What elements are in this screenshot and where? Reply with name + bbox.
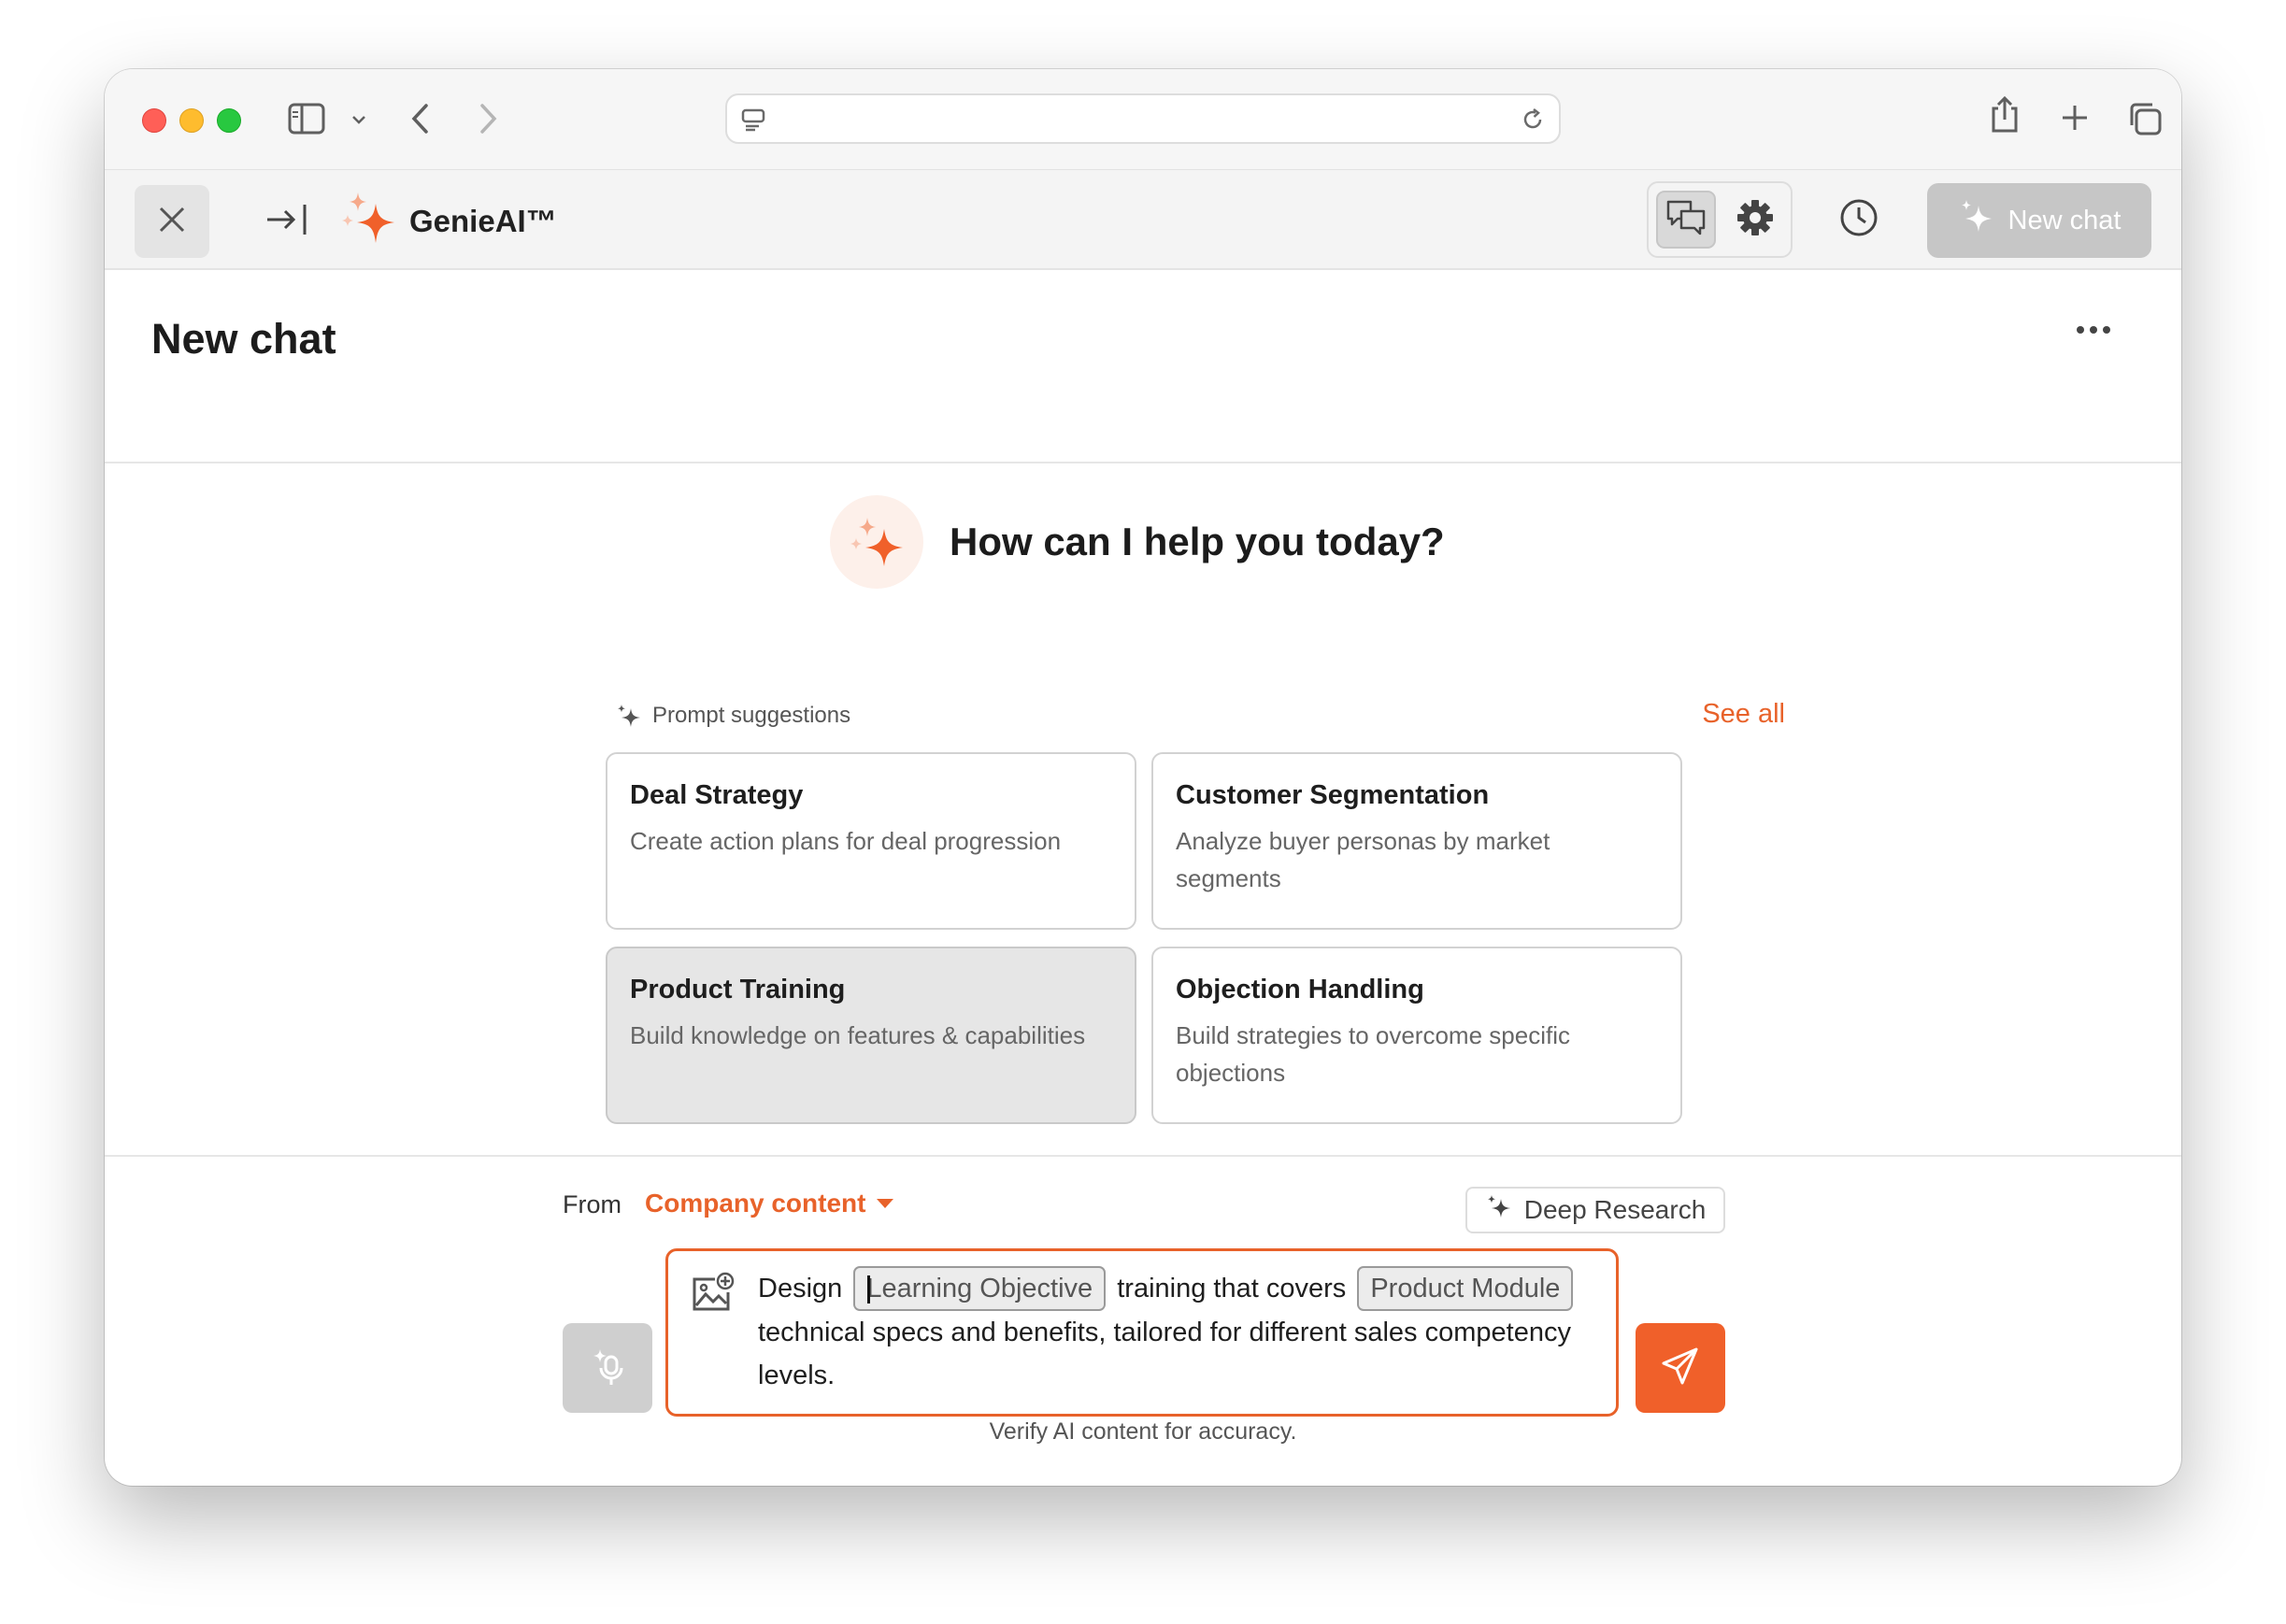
placeholder-chip-product-module[interactable]: Product Module <box>1357 1266 1574 1311</box>
card-title: Objection Handling <box>1176 975 1424 1004</box>
prompt-input[interactable]: Design Learning Objective training that … <box>665 1248 1619 1417</box>
brand: GenieAI™ <box>342 189 557 254</box>
sparkle-icon <box>615 703 643 734</box>
new-tab-icon[interactable] <box>2060 103 2090 136</box>
suggestion-card-product-training[interactable]: Product Training Build knowledge on feat… <box>606 947 1136 1124</box>
close-window-button[interactable] <box>142 108 166 133</box>
card-title: Product Training <box>630 975 846 1004</box>
reload-icon[interactable] <box>1520 107 1546 136</box>
chevron-down-icon[interactable] <box>351 112 366 130</box>
source-dropdown[interactable]: Company content <box>645 1189 894 1218</box>
welcome-hero: How can I help you today? <box>830 491 1445 592</box>
prompt-text-segment: Design <box>758 1274 843 1303</box>
prompt-text-segment: training that covers <box>1117 1274 1347 1303</box>
card-title: Deal Strategy <box>630 780 804 810</box>
tab-overview-icon[interactable] <box>2127 101 2163 140</box>
card-description: Create action plans for deal progression <box>630 827 1062 855</box>
minimize-window-button[interactable] <box>179 108 204 133</box>
composer-divider <box>105 1155 2181 1157</box>
voice-icon <box>587 1344 628 1392</box>
suggestion-card-customer-segmentation[interactable]: Customer Segmentation Analyze buyer pers… <box>1151 752 1682 930</box>
forward-icon[interactable] <box>477 103 499 138</box>
new-chat-label: New chat <box>2007 205 2122 235</box>
hero-heading: How can I help you today? <box>950 520 1445 563</box>
brand-name: GenieAI™ <box>409 204 557 238</box>
browser-toolbar <box>105 69 2181 169</box>
share-icon[interactable] <box>1989 95 2021 138</box>
more-dot-icon <box>2077 326 2084 334</box>
settings-button[interactable] <box>1725 191 1785 249</box>
page-icon <box>740 107 766 136</box>
more-dot-icon <box>2103 326 2110 334</box>
collapse-panel-button[interactable] <box>254 189 320 254</box>
page-title: New chat <box>151 315 336 363</box>
card-description: Build strategies to overcome specific ob… <box>1176 1021 1570 1087</box>
history-button[interactable] <box>1828 189 1890 250</box>
send-icon <box>1659 1345 1702 1391</box>
send-button[interactable] <box>1636 1323 1725 1413</box>
zoom-window-button[interactable] <box>217 108 241 133</box>
chat-bubbles-icon <box>1664 198 1707 241</box>
address-bar[interactable] <box>725 93 1561 144</box>
sparkle-icon <box>1485 1193 1513 1228</box>
sidebar-icon[interactable] <box>288 103 325 138</box>
card-title: Customer Segmentation <box>1176 780 1490 810</box>
gear-icon <box>1736 198 1775 241</box>
deep-research-button[interactable]: Deep Research <box>1465 1187 1725 1233</box>
sparkle-icon <box>1958 198 1995 243</box>
browser-window: GenieAI™ New chat New chat How can I hel… <box>105 69 2181 1486</box>
clock-icon <box>1838 197 1879 242</box>
card-description: Analyze buyer personas by market segment… <box>1176 827 1550 892</box>
close-icon <box>157 205 187 238</box>
new-chat-button[interactable]: New chat <box>1927 183 2151 258</box>
sparkle-logo-icon <box>342 191 400 252</box>
card-description: Build knowledge on features & capabiliti… <box>630 1021 1086 1049</box>
see-all-link[interactable]: See all <box>1702 699 1785 730</box>
chat-title-bar: New chat <box>105 270 2181 463</box>
voice-input-button[interactable] <box>563 1323 652 1413</box>
suggestion-card-objection-handling[interactable]: Objection Handling Build strategies to o… <box>1151 947 1682 1124</box>
suggestion-card-deal-strategy[interactable]: Deal Strategy Create action plans for de… <box>606 752 1136 930</box>
source-label: From <box>563 1190 622 1218</box>
back-icon[interactable] <box>409 103 432 138</box>
more-options-button[interactable] <box>2064 311 2123 349</box>
deep-research-label: Deep Research <box>1523 1195 1707 1224</box>
app-header: GenieAI™ New chat <box>105 169 2181 270</box>
close-panel-button[interactable] <box>135 185 209 258</box>
collapse-panel-icon <box>265 202 308 241</box>
prompt-text[interactable]: Design Learning Objective training that … <box>758 1266 1599 1397</box>
chat-view-button[interactable] <box>1656 191 1716 249</box>
sparkle-badge-icon <box>830 495 923 589</box>
source-value: Company content <box>645 1189 866 1218</box>
image-add-icon[interactable] <box>691 1272 736 1317</box>
placeholder-chip-learning-objective[interactable]: Learning Objective <box>853 1266 1107 1311</box>
caret-down-icon <box>877 1199 894 1208</box>
ai-disclaimer: Verify AI content for accuracy. <box>989 1418 1297 1445</box>
more-dot-icon <box>2090 326 2097 334</box>
view-toggle-group <box>1647 181 1793 258</box>
prompt-text-segment: technical specs and benefits, tailored f… <box>758 1318 1571 1390</box>
prompt-suggestions-label: Prompt suggestions <box>652 703 851 728</box>
prompt-suggestions-header: Prompt suggestions See all <box>615 697 1785 734</box>
